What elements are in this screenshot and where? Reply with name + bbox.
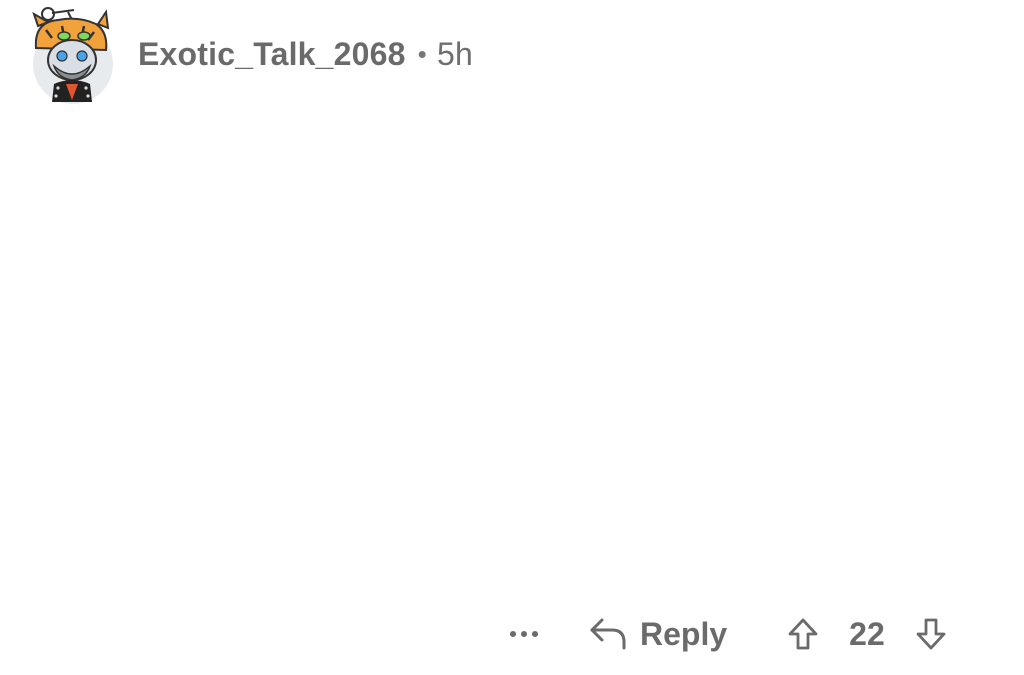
vote-controls: 22: [783, 614, 951, 654]
more-options-icon: [510, 631, 516, 637]
upvote-arrow-icon[interactable]: [783, 614, 823, 654]
comment-meta: Exotic_Talk_2068 • 5h: [138, 36, 473, 73]
reply-label: Reply: [640, 615, 728, 652]
more-options-icon-dot: [521, 631, 527, 637]
comment-timestamp: 5h: [436, 35, 473, 72]
comment-card: Exotic_Talk_2068 • 5h Reply 22: [0, 0, 1024, 675]
meta-separator: •: [417, 38, 427, 69]
more-options-icon-dot: [532, 631, 538, 637]
downvote-arrow-icon[interactable]: [911, 614, 951, 654]
reply-button[interactable]: Reply: [588, 616, 727, 653]
comment-body: [28, 120, 988, 590]
username-link[interactable]: Exotic_Talk_2068: [138, 36, 406, 73]
comment-header: Exotic_Talk_2068 • 5h: [28, 4, 473, 104]
vote-score: 22: [849, 615, 885, 652]
comment-action-bar: Reply 22: [500, 606, 951, 662]
tiger-hat-avatar-icon[interactable]: [28, 4, 118, 104]
more-options-button[interactable]: [500, 614, 548, 654]
reply-arrow-icon: [588, 616, 628, 652]
